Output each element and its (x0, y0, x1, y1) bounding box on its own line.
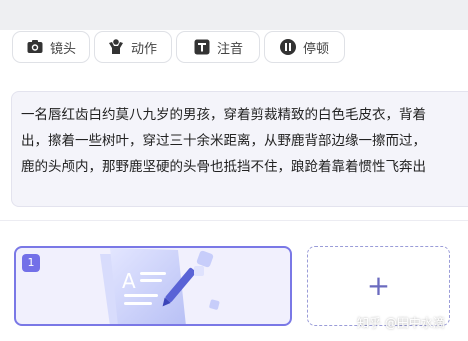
text-t-icon (193, 38, 211, 56)
document-edit-illustration-icon: A (100, 248, 220, 324)
camera-icon (26, 38, 44, 56)
pause-button[interactable]: 停顿 (264, 31, 345, 63)
camera-button-label: 镜头 (50, 41, 77, 57)
section-divider (0, 220, 468, 221)
script-line: 出，擦着一些树叶，穿过三十余米距离，从野鹿背部边缘一擦而过， (21, 133, 426, 149)
watermark: 知乎 @田中水滴 (357, 316, 445, 330)
svg-text:A: A (122, 269, 136, 293)
camera-button[interactable]: 镜头 (12, 31, 90, 63)
phonetic-button-label: 注音 (217, 41, 244, 57)
pause-icon (279, 38, 297, 56)
phonetic-button[interactable]: 注音 (176, 31, 260, 63)
plus-icon: + (366, 269, 391, 302)
editor-toolbar: 镜头 动作 注音 停顿 (12, 31, 345, 65)
scene-number-badge: 1 (22, 254, 40, 272)
script-line: 一名唇红齿白约莫八九岁的男孩，穿着剪裁精致的白色毛皮衣，背着 (21, 107, 426, 123)
action-button-label: 动作 (131, 41, 158, 57)
script-textarea[interactable]: 一名唇红齿白约莫八九岁的男孩，穿着剪裁精致的白色毛皮衣，背着 出，擦着一些树叶，… (11, 91, 468, 207)
script-line: 鹿的头颅内，那野鹿坚硬的头骨也抵挡不住，踉跄着靠着惯性飞奔出 (21, 159, 426, 175)
action-button[interactable]: 动作 (94, 31, 172, 63)
pause-button-label: 停顿 (303, 41, 330, 57)
top-bar (0, 0, 468, 30)
scene-card[interactable]: 1 A (14, 246, 292, 326)
person-action-icon (107, 38, 125, 56)
